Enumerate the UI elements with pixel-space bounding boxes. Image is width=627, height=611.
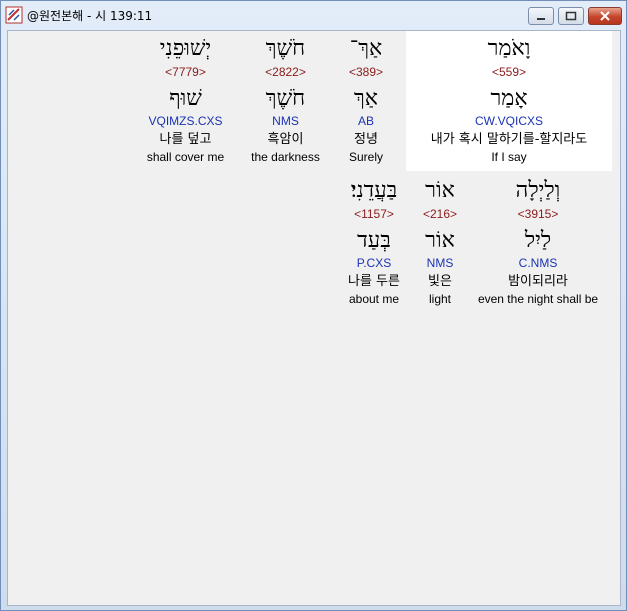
korean-gloss: 정녕 — [354, 132, 378, 147]
parsing-code: VQIMZS.CXS — [148, 114, 223, 128]
english-gloss: even the night shall be — [477, 292, 599, 306]
korean-gloss: 나를 두른 — [348, 274, 400, 289]
title-bar[interactable]: @원전본해 - 시 139:11 — [1, 1, 626, 29]
hebrew-word: בַּעֲדֵנִי׃ — [350, 178, 398, 203]
korean-gloss: 흑암이 — [267, 132, 304, 147]
word-column[interactable]: וְלַיְלָה <3915> לַיִל C.NMS 밤이되리라 even … — [468, 173, 608, 306]
hebrew-lemma: לַיִל — [524, 228, 552, 253]
strong-number: <7779> — [165, 65, 206, 79]
app-window: @원전본해 - 시 139:11 יְשׁוּפֵנִי <7779> שׁוּ… — [0, 0, 627, 611]
hebrew-lemma: שׁוּף — [169, 86, 202, 111]
maximize-button[interactable] — [558, 7, 584, 25]
interlinear-panel: יְשׁוּפֵנִי <7779> שׁוּף VQIMZS.CXS 나를 덮… — [7, 30, 621, 606]
hebrew-word: אוֹר — [425, 178, 455, 203]
strong-number: <389> — [348, 65, 384, 79]
korean-gloss: 밤이되리라 — [508, 274, 568, 289]
english-gloss: shall cover me — [146, 150, 225, 164]
minimize-button[interactable] — [528, 7, 554, 25]
strong-number: <3915> — [517, 207, 559, 221]
hebrew-lemma: אַךְ — [353, 86, 378, 111]
hebrew-word: וָאֹמַר — [487, 36, 531, 61]
word-column[interactable]: אַךְ־ <389> אַךְ AB 정녕 Surely — [336, 31, 396, 164]
parsing-code: NMS — [272, 114, 299, 128]
word-column[interactable]: חֹשֶׁךְ <2822> חֹשֶׁךְ NMS 흑암이 the darkn… — [238, 31, 333, 164]
english-gloss: Surely — [348, 150, 383, 164]
strong-number: <216> — [422, 207, 458, 221]
word-column[interactable]: בַּעֲדֵנִי׃ <1157> בְּעַד P.CXS 나를 두른 ab… — [334, 173, 414, 306]
app-logo-icon — [5, 6, 23, 24]
parsing-code: C.NMS — [518, 256, 558, 270]
korean-gloss: 내가 혹시 말하기를-할지라도 — [430, 132, 588, 147]
parsing-code: P.CXS — [356, 256, 392, 270]
hebrew-word: יְשׁוּפֵנִי — [159, 36, 212, 61]
hebrew-lemma: חֹשֶׁךְ — [265, 86, 306, 111]
word-column[interactable]: יְשׁוּפֵנִי <7779> שׁוּף VQIMZS.CXS 나를 덮… — [138, 31, 233, 164]
word-column-selected[interactable]: וָאֹמַר <559> אָמַר CW.VQICXS 내가 혹시 말하기를… — [406, 31, 612, 164]
hebrew-lemma: אוֹר — [425, 228, 455, 253]
hebrew-word: אַךְ־ — [349, 36, 383, 61]
hebrew-word: חֹשֶׁךְ — [265, 36, 306, 61]
parsing-code: AB — [357, 114, 374, 128]
close-button[interactable] — [588, 7, 622, 25]
english-gloss: about me — [348, 292, 400, 306]
english-gloss: the darkness — [251, 150, 320, 164]
hebrew-lemma: בְּעַד — [357, 228, 391, 253]
strong-number: <559> — [491, 65, 527, 79]
hebrew-lemma: אָמַר — [490, 86, 528, 111]
korean-gloss: 나를 덮고 — [159, 132, 212, 147]
strong-number: <2822> — [265, 65, 306, 79]
window-title: @원전본해 - 시 139:11 — [27, 9, 153, 23]
strong-number: <1157> — [354, 207, 394, 221]
parsing-code: CW.VQICXS — [474, 114, 543, 128]
word-column[interactable]: אוֹר <216> אוֹר NMS 빛은 light — [416, 173, 464, 306]
parsing-code: NMS — [426, 256, 454, 270]
english-gloss: If I say — [491, 150, 527, 164]
english-gloss: light — [428, 292, 451, 306]
hebrew-word: וְלַיְלָה — [515, 178, 561, 203]
korean-gloss: 빛은 — [428, 274, 452, 289]
